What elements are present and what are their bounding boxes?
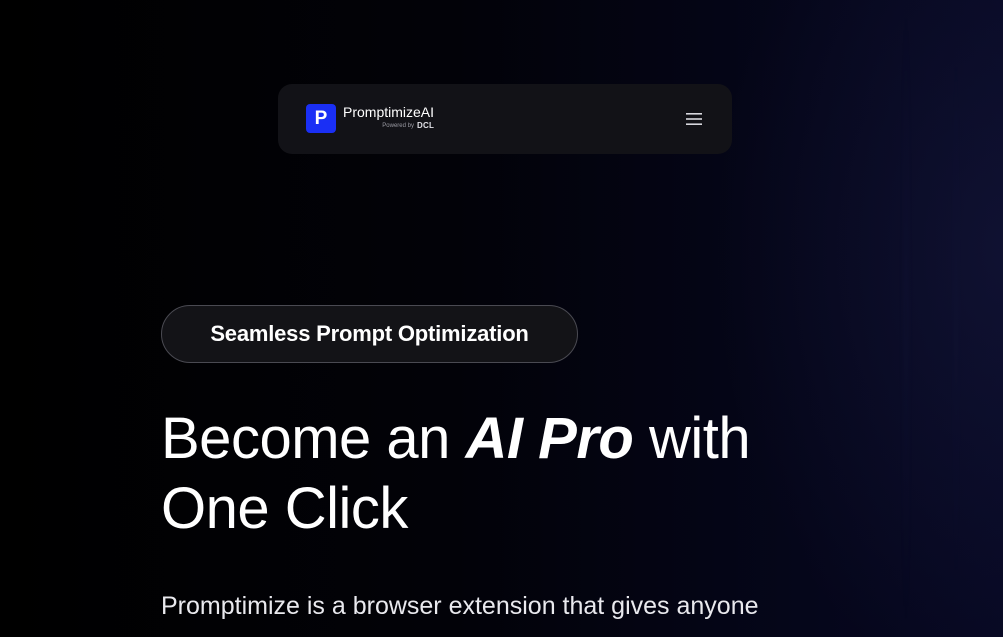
powered-by-line: Powered by DCL bbox=[382, 122, 434, 130]
hero-description: Promptimize is a browser extension that … bbox=[161, 592, 759, 620]
logo-text: PromptimizeAI Powered by DCL bbox=[343, 104, 435, 130]
menu-button[interactable] bbox=[682, 108, 706, 130]
hero-headline: Become an AI Pro with One Click bbox=[161, 404, 861, 544]
background-light-streak bbox=[905, 0, 907, 637]
hamburger-menu-icon bbox=[686, 113, 702, 125]
brand-logo-link[interactable]: P PromptimizeAI Powered by DCL bbox=[306, 104, 434, 133]
background-light-streak bbox=[955, 0, 957, 637]
feature-badge-label: Seamless Prompt Optimization bbox=[210, 321, 529, 346]
powered-by-label: Powered by bbox=[382, 123, 414, 129]
top-navbar: P PromptimizeAI Powered by DCL bbox=[278, 84, 732, 154]
feature-badge: Seamless Prompt Optimization bbox=[161, 305, 578, 363]
logo-mark-icon: P bbox=[306, 104, 336, 133]
powered-by-brand: DCL bbox=[416, 121, 435, 130]
headline-emphasis: AI Pro bbox=[465, 406, 634, 471]
headline-part1: Become an bbox=[161, 406, 466, 471]
brand-name: PromptimizeAI bbox=[343, 104, 435, 120]
